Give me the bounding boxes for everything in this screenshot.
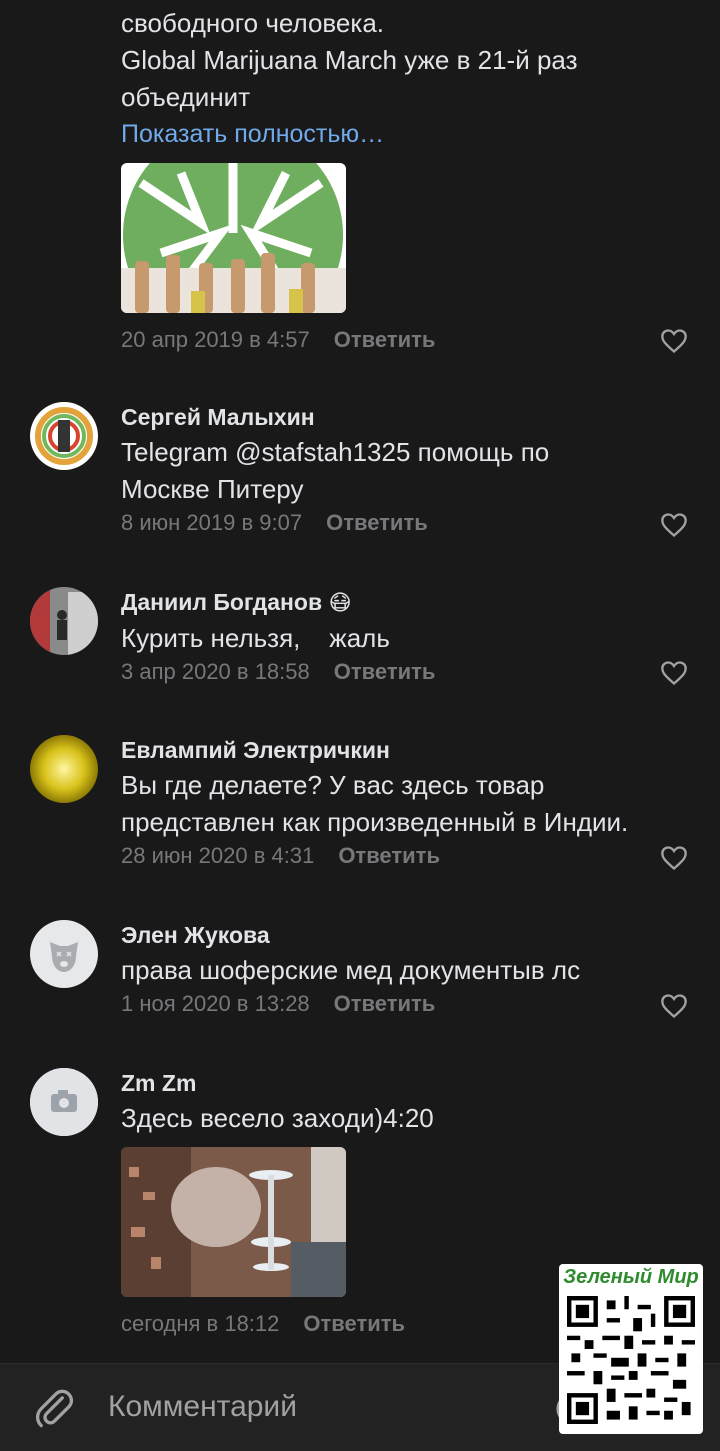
avatar-image — [30, 735, 98, 803]
comment-date: сегодня в 18:12 — [121, 1311, 280, 1336]
author-name-text: Даниил Богданов — [121, 589, 323, 615]
camera-icon — [30, 1068, 98, 1136]
comment-text: Здесь весело заходи)4:20 — [121, 1103, 434, 1133]
show-more-link[interactable]: Показать полностью… — [121, 116, 701, 153]
comment-text: Telegram @stafstah1325 помощь по — [121, 437, 550, 467]
post-attachment-image[interactable] — [121, 163, 346, 313]
post-text-line: объединит — [121, 82, 251, 112]
comment-date: 8 июн 2019 в 9:07 — [121, 510, 303, 535]
avatar[interactable] — [30, 1068, 98, 1136]
avatar[interactable] — [30, 735, 98, 803]
like-heart-icon[interactable] — [660, 328, 688, 354]
comment-date: 28 июн 2020 в 4:31 — [121, 843, 315, 868]
comment-item: Сергей Малыхин Telegram @stafstah1325 по… — [0, 402, 720, 552]
comment-input[interactable]: Комментарий — [108, 1390, 297, 1424]
post-date: 20 апр 2019 в 4:57 — [121, 327, 310, 352]
comment-text: Москве Питеру — [121, 474, 304, 504]
like-heart-icon[interactable] — [660, 845, 688, 871]
comment-attachment-image[interactable] — [121, 1147, 346, 1297]
qr-code-image — [567, 1296, 695, 1424]
mask-emoji-icon: 😷 — [328, 590, 352, 615]
comment-date: 3 апр 2020 в 18:58 — [121, 659, 310, 684]
avatar-image — [30, 402, 98, 470]
author-name[interactable]: Элен Жукова — [121, 920, 690, 950]
comment-text: Вы где делаете? У вас здесь товар — [121, 770, 545, 800]
author-name[interactable]: Сергей Малыхин — [121, 402, 690, 432]
author-name[interactable]: Даниил Богданов 😷 — [121, 587, 690, 618]
avatar[interactable] — [30, 920, 98, 988]
author-name[interactable]: Zm Zm — [121, 1068, 690, 1098]
watermark-title: Зеленый Мир — [563, 1266, 699, 1288]
like-heart-icon[interactable] — [660, 660, 688, 686]
reply-button[interactable]: Ответить — [334, 659, 436, 685]
author-name[interactable]: Евлампий Электричкин — [121, 735, 690, 765]
like-heart-icon[interactable] — [660, 993, 688, 1019]
like-heart-icon[interactable] — [660, 512, 688, 538]
reply-button[interactable]: Ответить — [338, 843, 440, 869]
reply-button[interactable]: Ответить — [334, 327, 436, 353]
paperclip-icon[interactable] — [32, 1386, 76, 1430]
deactivated-dog-avatar-icon — [30, 920, 98, 988]
qr-watermark: Зеленый Мир — [559, 1264, 703, 1434]
reply-button[interactable]: Ответить — [303, 1311, 405, 1337]
comment-item: Евлампий Электричкин Вы где делаете? У в… — [0, 735, 720, 885]
avatar-image — [30, 587, 98, 655]
comment-item: Даниил Богданов 😷 Курить нельзя, жаль 3 … — [0, 587, 720, 697]
avatar[interactable] — [30, 587, 98, 655]
comment-date: 1 ноя 2020 в 13:28 — [121, 991, 310, 1016]
comment-text: Курить нельзя, жаль — [121, 623, 390, 653]
post-text-line: Global Marijuana March уже в 21-й раз — [121, 45, 578, 75]
post-body: свободного человека. Global Marijuana Ma… — [121, 0, 701, 353]
avatar[interactable] — [30, 402, 98, 470]
post-text-line: свободного человека. — [121, 8, 385, 38]
cannabis-fists-image — [121, 163, 346, 313]
comment-item: Элен Жукова права шоферские мед документ… — [0, 920, 720, 1030]
hookah-photo-image — [121, 1147, 346, 1297]
comment-text: представлен как произведенный в Индии. — [121, 807, 629, 837]
reply-button[interactable]: Ответить — [326, 510, 428, 536]
post-meta: 20 апр 2019 в 4:57 Ответить — [121, 327, 701, 353]
comment-text: права шоферские мед документыв лс — [121, 955, 581, 985]
reply-button[interactable]: Ответить — [334, 991, 436, 1017]
